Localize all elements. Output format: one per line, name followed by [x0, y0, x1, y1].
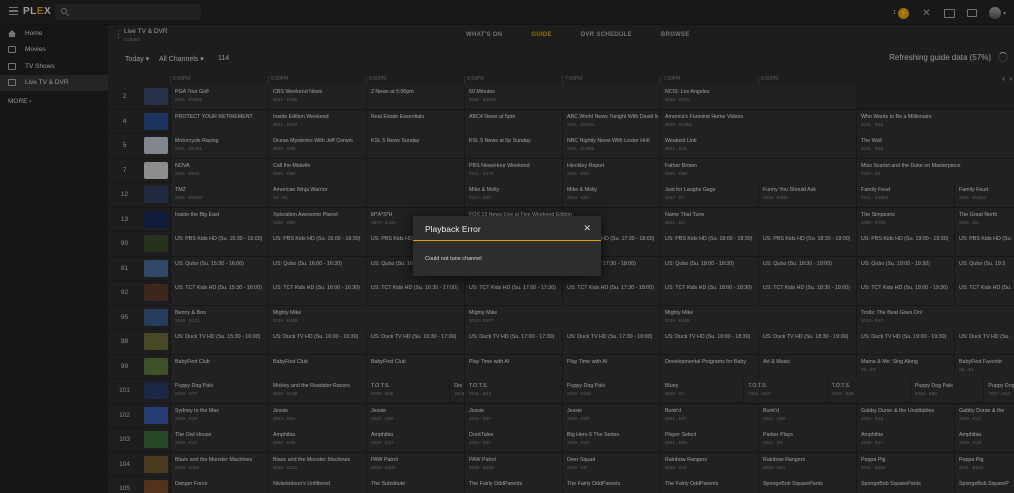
plex-app: PLEX 1 ⚡ ✕ ▾ Home Movies TV Shows Live TV &… — [0, 0, 1014, 493]
playback-error-dialog: Playback Error ✕ Could not tune channel — [413, 216, 601, 276]
dialog-title: Playback Error — [425, 224, 481, 234]
dialog-message: Could not tune channel — [425, 256, 482, 262]
dialog-divider — [413, 240, 601, 241]
close-icon[interactable]: ✕ — [583, 223, 591, 233]
